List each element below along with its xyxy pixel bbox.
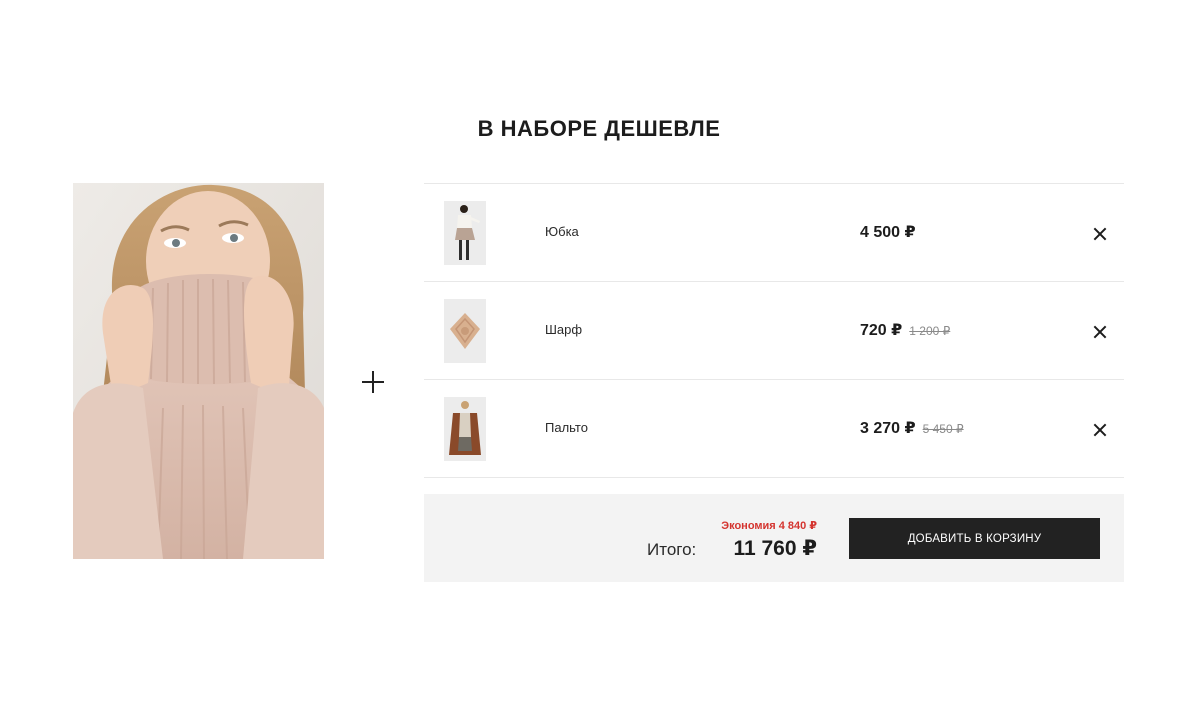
price-group: 4 500 ₽ bbox=[860, 222, 916, 242]
scarf-icon bbox=[444, 299, 486, 363]
product-price: 720 ₽ bbox=[860, 322, 903, 339]
product-thumbnail[interactable] bbox=[444, 397, 486, 461]
close-icon[interactable] bbox=[1093, 423, 1107, 437]
savings-text: Экономия 4 840 ₽ bbox=[721, 520, 817, 532]
product-price: 4 500 ₽ bbox=[860, 224, 916, 241]
coat-outfit-icon bbox=[444, 397, 486, 461]
price-group: 720 ₽ 1 200 ₽ bbox=[860, 320, 950, 340]
close-icon[interactable] bbox=[1093, 325, 1107, 339]
product-name[interactable]: Шарф bbox=[545, 322, 582, 337]
list-item: Шарф 720 ₽ 1 200 ₽ bbox=[424, 282, 1124, 380]
price-group: 3 270 ₽ 5 450 ₽ bbox=[860, 418, 964, 438]
close-icon[interactable] bbox=[1093, 227, 1107, 241]
old-price: 5 450 ₽ bbox=[922, 422, 964, 436]
bundle-items-list: Юбка 4 500 ₽ Шарф 720 ₽ 1 200 ₽ Пальто 3… bbox=[424, 183, 1124, 478]
section-title: В НАБОРЕ ДЕШЕВЛЕ bbox=[477, 116, 721, 141]
bundle-section: В НАБОРЕ ДЕШЕВЛЕ Юбка 4 500 ₽ Шарф 720 ₽… bbox=[0, 0, 1200, 720]
plus-icon bbox=[362, 371, 384, 393]
old-price: 1 200 ₽ bbox=[909, 324, 951, 338]
skirt-outfit-icon bbox=[444, 201, 486, 265]
list-item: Пальто 3 270 ₽ 5 450 ₽ bbox=[424, 380, 1124, 478]
product-thumbnail[interactable] bbox=[444, 201, 486, 265]
product-name[interactable]: Юбка bbox=[545, 224, 579, 239]
product-thumbnail[interactable] bbox=[444, 299, 486, 363]
list-item: Юбка 4 500 ₽ bbox=[424, 184, 1124, 282]
model-photo-icon bbox=[73, 183, 324, 559]
hero-image bbox=[73, 183, 324, 559]
total-price: 11 760 ₽ bbox=[733, 537, 817, 560]
product-name[interactable]: Пальто bbox=[545, 420, 588, 435]
total-label: Итого: bbox=[647, 540, 697, 559]
product-price: 3 270 ₽ bbox=[860, 420, 916, 437]
bundle-summary: Итого: Экономия 4 840 ₽ 11 760 ₽ ДОБАВИТ… bbox=[424, 494, 1124, 582]
add-to-cart-button[interactable]: ДОБАВИТЬ В КОРЗИНУ bbox=[849, 518, 1100, 559]
